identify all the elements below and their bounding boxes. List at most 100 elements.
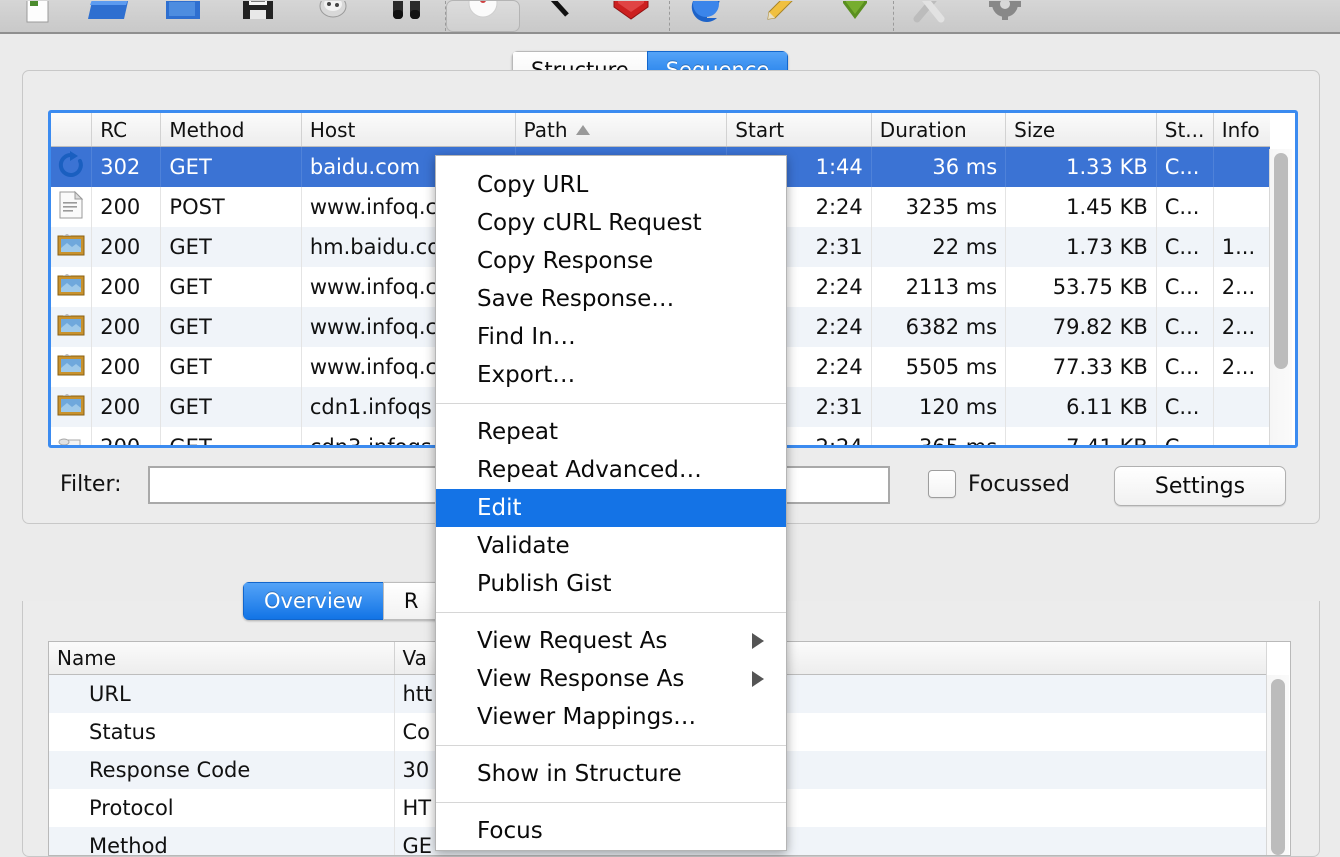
row-type-icon: [51, 387, 92, 427]
compose-icon[interactable]: [744, 0, 818, 32]
column-header-path[interactable]: Path: [515, 113, 727, 147]
menu-item-copy-response[interactable]: Copy Response: [436, 242, 786, 280]
menu-separator: [436, 612, 786, 613]
cell-size: 1.45 KB: [1006, 187, 1157, 227]
column-header-method[interactable]: Method: [161, 113, 301, 147]
cell-duration: 5505 ms: [871, 347, 1005, 387]
menu-item-edit[interactable]: Edit: [436, 489, 786, 527]
dns-spoofing-icon[interactable]: [818, 0, 892, 32]
menu-item-show-in-structure[interactable]: Show in Structure: [436, 755, 786, 793]
cell-status: C...: [1156, 187, 1213, 227]
cell-method: GET: [161, 427, 301, 448]
cell-status: C: [1156, 427, 1213, 448]
column-header-name[interactable]: Name: [49, 642, 394, 675]
cell-duration: 365 ms: [871, 427, 1005, 448]
cell-duration: 6382 ms: [871, 307, 1005, 347]
menu-item-view-request-as[interactable]: View Request As: [436, 622, 786, 660]
cell-rc: 200: [92, 387, 161, 427]
detail-vertical-scrollbar[interactable]: [1266, 675, 1289, 856]
tab-overview[interactable]: Overview: [243, 582, 383, 620]
focussed-checkbox-group[interactable]: Focussed: [928, 470, 1070, 498]
menu-item-label: Validate: [477, 533, 570, 559]
column-header-host[interactable]: Host: [301, 113, 515, 147]
menu-item-viewer-mappings[interactable]: Viewer Mappings…: [436, 698, 786, 736]
cell-rc: 200: [92, 307, 161, 347]
gear-icon[interactable]: [968, 0, 1042, 32]
cell-size: 6.11 KB: [1006, 387, 1157, 427]
cell-size: 53.75 KB: [1006, 267, 1157, 307]
cell-method: GET: [161, 147, 301, 188]
open-folder-icon[interactable]: [74, 0, 148, 32]
row-type-icon: [51, 307, 92, 347]
cell-status: C...: [1156, 147, 1213, 188]
row-type-icon: [51, 187, 92, 227]
focussed-checkbox[interactable]: [928, 470, 956, 498]
column-header-rc[interactable]: RC: [92, 113, 161, 147]
menu-item-repeat-advanced[interactable]: Repeat Advanced…: [436, 451, 786, 489]
scrollbar-thumb[interactable]: [1274, 153, 1288, 369]
cell-status: C...: [1156, 347, 1213, 387]
tab-request[interactable]: R: [383, 582, 439, 620]
cell-method: GET: [161, 307, 301, 347]
menu-item-copy-curl-request[interactable]: Copy cURL Request: [436, 204, 786, 242]
cell-duration: 3235 ms: [871, 187, 1005, 227]
menu-separator: [436, 745, 786, 746]
new-session-icon[interactable]: [0, 0, 74, 32]
menu-item-label: Find In…: [477, 324, 576, 350]
detail-name: URL: [49, 675, 394, 714]
record-button[interactable]: [446, 0, 520, 32]
scroll-corner: [1270, 113, 1292, 149]
cell-duration: 36 ms: [871, 147, 1005, 188]
menu-item-validate[interactable]: Validate: [436, 527, 786, 565]
save-icon[interactable]: [222, 0, 296, 32]
tools-icon[interactable]: [894, 0, 968, 32]
menu-item-export[interactable]: Export…: [436, 356, 786, 394]
menu-item-publish-gist[interactable]: Publish Gist: [436, 565, 786, 603]
submenu-arrow-icon: [752, 633, 764, 649]
requests-vertical-scrollbar[interactable]: [1269, 149, 1292, 445]
cell-duration: 120 ms: [871, 387, 1005, 427]
cell-method: POST: [161, 187, 301, 227]
menu-item-label: Viewer Mappings…: [477, 704, 696, 730]
throttle-icon[interactable]: [594, 0, 668, 32]
menu-item-save-response[interactable]: Save Response…: [436, 280, 786, 318]
cell-size: 1.73 KB: [1006, 227, 1157, 267]
menu-item-label: Repeat Advanced…: [477, 457, 702, 483]
menu-item-label: Publish Gist: [477, 571, 612, 597]
binoculars-icon[interactable]: [370, 0, 444, 32]
row-type-icon: [51, 427, 92, 448]
menu-item-label: Show in Structure: [477, 761, 682, 787]
menu-item-label: Copy URL: [477, 172, 588, 198]
settings-button[interactable]: Settings: [1114, 466, 1286, 506]
main-toolbar: [0, 0, 1340, 34]
breakpoints-icon[interactable]: [670, 0, 744, 32]
menu-item-label: Export…: [477, 362, 575, 388]
record-icon[interactable]: [446, 0, 520, 32]
menu-item-label: Copy Response: [477, 248, 653, 274]
context-menu[interactable]: Copy URL Copy cURL Request Copy Response Sa…: [435, 155, 787, 851]
menu-item-view-response-as[interactable]: View Response As: [436, 660, 786, 698]
open-recent-icon[interactable]: [148, 0, 222, 32]
column-header-size[interactable]: Size: [1006, 113, 1157, 147]
menu-item-repeat[interactable]: Repeat: [436, 413, 786, 451]
menu-item-focus[interactable]: Focus: [436, 812, 786, 850]
scrollbar-thumb[interactable]: [1271, 679, 1285, 855]
cell-method: GET: [161, 387, 301, 427]
clear-session-icon[interactable]: [296, 0, 370, 32]
focussed-label: Focussed: [968, 472, 1070, 497]
stop-icon[interactable]: [520, 0, 594, 32]
cell-rc: 200: [92, 347, 161, 387]
requests-table-header[interactable]: RC Method Host Path Start Duration Size …: [51, 113, 1281, 147]
detail-name: Method: [49, 827, 394, 856]
cell-size: 77.33 KB: [1006, 347, 1157, 387]
filter-label: Filter:: [60, 472, 122, 497]
column-header-status[interactable]: St...: [1156, 113, 1213, 147]
menu-item-find-in[interactable]: Find In…: [436, 318, 786, 356]
column-header-duration[interactable]: Duration: [871, 113, 1005, 147]
cell-status: C...: [1156, 227, 1213, 267]
row-type-icon: [51, 267, 92, 307]
menu-item-label: Focus: [477, 818, 543, 844]
column-header-start[interactable]: Start: [727, 113, 872, 147]
menu-item-copy-url[interactable]: Copy URL: [436, 166, 786, 204]
column-header-icon[interactable]: [51, 113, 92, 147]
